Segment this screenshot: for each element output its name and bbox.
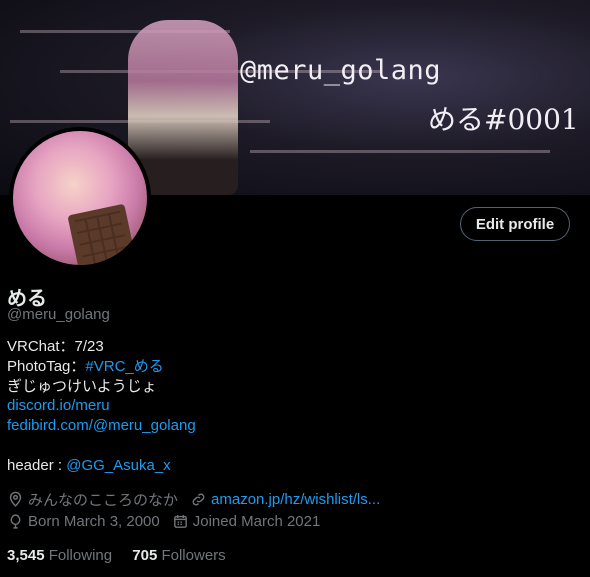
profile-meta-row-1: みんなのこころのなか amazon.jp/hz/wishlist/ls... — [7, 489, 392, 510]
hashtag-link[interactable]: #VRC_める — [85, 358, 163, 375]
joined-date: Joined March 2021 — [172, 513, 321, 530]
followers-link[interactable]: 705 Followers — [132, 547, 225, 564]
avatar[interactable] — [9, 127, 151, 269]
bio-blank-line — [7, 436, 196, 456]
following-link[interactable]: 3,545 Following — [7, 547, 112, 564]
edit-profile-button[interactable]: Edit profile — [460, 207, 570, 241]
banner-handle-text: @meru_golang — [240, 55, 442, 86]
location-text: みんなのこころのなか — [28, 492, 179, 509]
website-link[interactable]: amazon.jp/hz/wishlist/ls... — [211, 491, 380, 508]
header-credit-prefix: header : — [7, 456, 67, 474]
bio-phototag: PhotoTag：#VRC_める — [7, 357, 196, 377]
follow-stats: 3,545 Following 705 Followers — [7, 547, 226, 564]
following-label: Following — [48, 547, 113, 564]
location-icon — [9, 491, 22, 507]
birthday-icon — [10, 514, 21, 529]
followers-label: Followers — [161, 547, 226, 564]
header-credit-link[interactable]: @GG_Asuka_x — [66, 457, 170, 474]
profile-meta-row-2: Born March 3, 2000 Joined March 2021 — [7, 513, 332, 530]
avatar-chocolate-art — [67, 203, 137, 265]
bio-line: ぎじゅつけいようじょ — [7, 377, 157, 395]
bio-phototag-prefix: PhotoTag： — [7, 357, 86, 375]
calendar-icon — [173, 515, 187, 528]
bio-vrchat: VRChat：7/23 — [7, 338, 104, 355]
banner-streak — [250, 150, 550, 153]
birthday: Born March 3, 2000 — [7, 513, 160, 530]
banner-tag-text: める#0001 — [428, 103, 579, 136]
followers-count: 705 — [132, 547, 158, 564]
location: みんなのこころのなか — [7, 489, 178, 510]
following-count: 3,545 — [7, 547, 45, 564]
username: @meru_golang — [7, 306, 110, 323]
bio: VRChat：7/23 PhotoTag：#VRC_める ぎじゅつけいようじょ … — [7, 337, 196, 476]
fedibird-link[interactable]: fedibird.com/@meru_golang — [7, 417, 196, 434]
website[interactable]: amazon.jp/hz/wishlist/ls... — [190, 491, 380, 508]
link-icon — [192, 493, 205, 506]
discord-link[interactable]: discord.io/meru — [7, 397, 110, 414]
joined-text: Joined March 2021 — [192, 513, 321, 530]
bio-header-credit: header : @GG_Asuka_x — [7, 456, 196, 476]
birthday-text: Born March 3, 2000 — [28, 513, 160, 530]
